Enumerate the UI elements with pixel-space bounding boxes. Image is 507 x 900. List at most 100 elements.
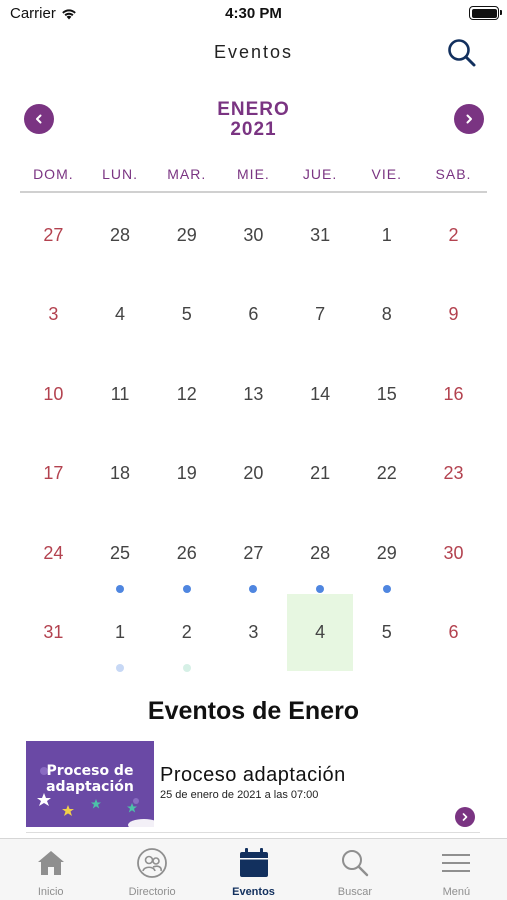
- weekday-label: DOM.: [33, 166, 74, 182]
- day-number: 20: [243, 463, 264, 484]
- day-number: 18: [110, 463, 131, 484]
- day-number: 13: [243, 383, 264, 404]
- tab-buscar[interactable]: Buscar: [304, 839, 405, 900]
- tab-directorio[interactable]: Directorio: [101, 839, 202, 900]
- calendar-day[interactable]: 29: [353, 513, 420, 593]
- calendar-day[interactable]: 15: [353, 354, 420, 433]
- tab-bar: Inicio Directorio Eventos Buscar Menú: [0, 838, 507, 900]
- calendar-grid: 27 28 29 30 31 1 2 3 4 5 6 7 8 9 10 11 1…: [20, 195, 487, 672]
- day-number: 31: [43, 621, 64, 642]
- weekday-label: JUE.: [302, 166, 338, 182]
- day-number: 22: [376, 463, 397, 484]
- day-number: 6: [448, 621, 459, 642]
- calendar-day[interactable]: 8: [353, 274, 420, 353]
- calendar-day[interactable]: 25: [87, 513, 154, 593]
- calendar-week: 24 25 26 27 28 29 30: [20, 513, 487, 593]
- day-number: 27: [43, 225, 64, 245]
- calendar-day-today[interactable]: 4: [286, 593, 354, 671]
- tab-eventos[interactable]: Eventos: [203, 839, 304, 900]
- calendar-day[interactable]: 30: [420, 513, 487, 592]
- calendar-day[interactable]: 27: [20, 195, 87, 274]
- calendar-day[interactable]: 1: [353, 195, 420, 274]
- day-number: 2: [448, 225, 459, 245]
- day-number: 4: [115, 304, 126, 325]
- year: 2021: [230, 119, 277, 140]
- tab-label: Eventos: [232, 886, 275, 898]
- chevron-right-icon: [462, 813, 468, 821]
- calendar-day[interactable]: 12: [153, 354, 220, 433]
- calendar-day[interactable]: 10: [20, 354, 87, 433]
- calendar-day[interactable]: 14: [287, 354, 354, 433]
- day-number: 5: [381, 621, 392, 642]
- divider: [20, 191, 487, 193]
- calendar-day[interactable]: 2: [420, 195, 487, 274]
- calendar-day[interactable]: 7: [287, 274, 354, 353]
- day-number: 14: [310, 383, 331, 404]
- event-dot: [316, 584, 325, 593]
- event-card[interactable]: Proceso de adaptación Proceso adaptación…: [26, 741, 480, 833]
- day-number: 3: [48, 304, 59, 325]
- day-number: 30: [243, 225, 264, 245]
- calendar-day[interactable]: 22: [353, 433, 420, 512]
- day-number: 16: [443, 383, 464, 404]
- calendar-day[interactable]: 1: [87, 592, 154, 672]
- calendar-day[interactable]: 11: [87, 354, 154, 433]
- calendar-day[interactable]: 24: [20, 513, 87, 592]
- calendar-day[interactable]: 3: [220, 592, 287, 671]
- weekday-label: SAB.: [435, 166, 472, 182]
- calendar-day[interactable]: 6: [220, 274, 287, 353]
- search-button[interactable]: [445, 36, 479, 70]
- calendar-day[interactable]: 18: [87, 433, 154, 512]
- event-date: 25 de enero de 2021 a las 07:00: [160, 789, 319, 801]
- calendar-day[interactable]: 17: [20, 433, 87, 512]
- directory-icon: [135, 847, 169, 879]
- calendar-day[interactable]: 6: [420, 592, 487, 671]
- calendar-day[interactable]: 28: [287, 513, 354, 593]
- home-icon: [34, 847, 68, 879]
- month-year-title: ENERO 2021: [0, 100, 507, 140]
- svg-text:Proceso de: Proceso de: [47, 763, 134, 779]
- event-dot: [116, 663, 125, 672]
- calendar-day[interactable]: 19: [153, 433, 220, 512]
- day-number: 28: [110, 225, 131, 245]
- calendar-day[interactable]: 27: [220, 513, 287, 593]
- calendar-day[interactable]: 28: [87, 195, 154, 274]
- calendar-day[interactable]: 20: [220, 433, 287, 512]
- calendar-day[interactable]: 23: [420, 433, 487, 512]
- day-number: 24: [43, 542, 64, 563]
- calendar-day[interactable]: 16: [420, 354, 487, 433]
- tab-inicio[interactable]: Inicio: [0, 839, 101, 900]
- calendar-day[interactable]: 2: [153, 592, 220, 672]
- calendar-day[interactable]: 29: [153, 195, 220, 274]
- calendar-week: 31 1 2 3 4 5 6: [20, 592, 487, 672]
- day-number: 12: [176, 383, 197, 404]
- day-number: 6: [248, 304, 259, 325]
- weekday-header: DOM. LUN. MAR. MIE. JUE. VIE. SAB.: [20, 166, 487, 182]
- event-title: Proceso adaptación: [160, 764, 346, 786]
- month-name: ENERO: [217, 99, 290, 120]
- search-icon: [338, 847, 372, 879]
- calendar-day[interactable]: 31: [20, 592, 87, 671]
- day-number: 1: [381, 225, 392, 245]
- events-heading: Eventos de Enero: [147, 697, 360, 725]
- weekday-label: MIE.: [237, 166, 270, 182]
- calendar-day[interactable]: 3: [20, 274, 87, 353]
- next-month-button[interactable]: [454, 104, 484, 134]
- calendar-day[interactable]: 4: [87, 274, 154, 353]
- weekday-label: MAR.: [167, 166, 207, 182]
- calendar-day[interactable]: 30: [220, 195, 287, 274]
- day-number: 7: [315, 304, 326, 325]
- page-title: Eventos: [213, 42, 294, 62]
- tab-menu[interactable]: Menú: [406, 839, 507, 900]
- calendar-day[interactable]: 9: [420, 274, 487, 353]
- event-open-button[interactable]: [455, 807, 475, 827]
- day-number: 19: [176, 463, 197, 484]
- calendar-day[interactable]: 31: [287, 195, 354, 274]
- calendar-day[interactable]: 5: [353, 592, 420, 671]
- calendar-day[interactable]: 21: [287, 433, 354, 512]
- calendar-day[interactable]: 5: [153, 274, 220, 353]
- calendar-day[interactable]: 26: [153, 513, 220, 593]
- calendar-day[interactable]: 13: [220, 354, 287, 433]
- weekday-label: LUN.: [102, 166, 138, 182]
- calendar-week: 17 18 19 20 21 22 23: [20, 433, 487, 512]
